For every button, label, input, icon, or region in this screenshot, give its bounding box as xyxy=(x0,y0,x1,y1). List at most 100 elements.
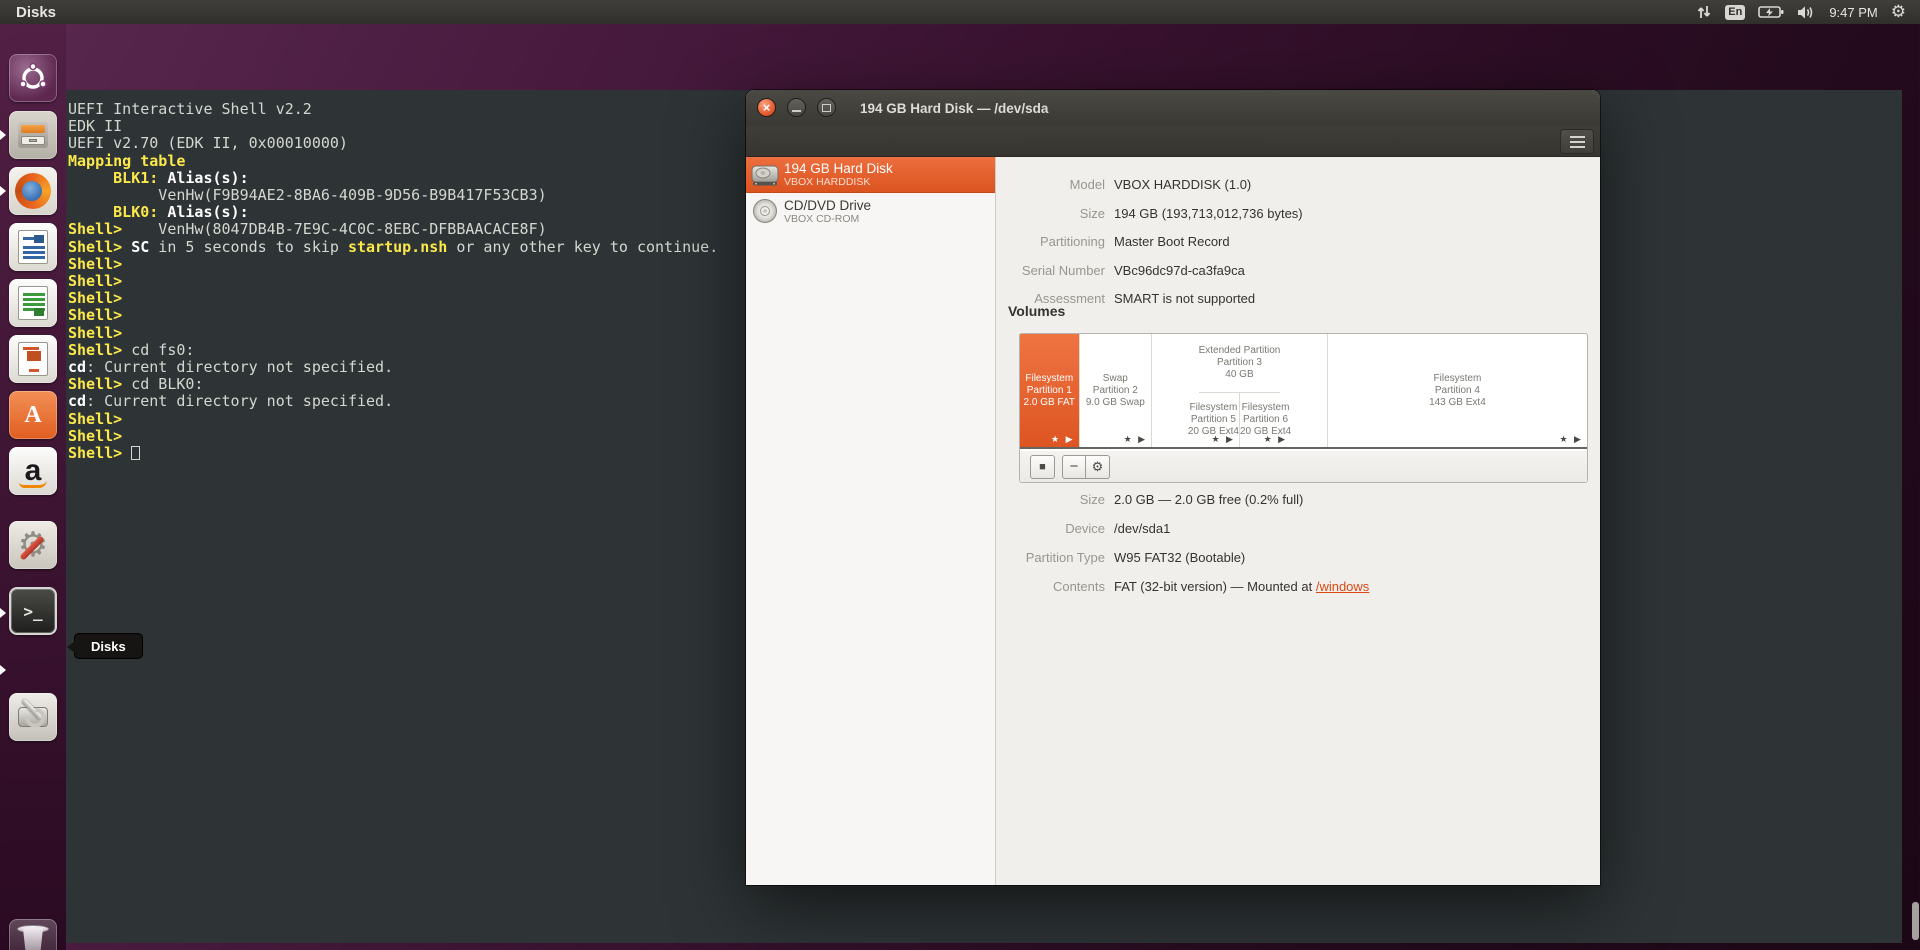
terminal-cursor xyxy=(131,446,140,460)
terminal-scrollbar-thumb[interactable] xyxy=(1912,902,1919,940)
amazon-swoosh xyxy=(19,480,47,488)
volume-actions-toolbar: ■ − ⚙ xyxy=(1020,451,1587,482)
cd-rom-icon xyxy=(750,198,780,224)
info-value: /dev/sda1 xyxy=(1114,521,1170,536)
top-panel: Disks En 9:47 PM ⚙ xyxy=(0,0,1920,24)
info-value: W95 FAT32 (Bootable) xyxy=(1114,550,1245,565)
terminal-prompt-icon: >_ xyxy=(23,602,42,621)
window-toolbar xyxy=(746,126,1600,157)
info-label: Device xyxy=(996,521,1105,536)
battery-charging-icon[interactable] xyxy=(1758,5,1784,19)
launcher-item-disks[interactable] xyxy=(9,693,57,741)
system-tray: En 9:47 PM ⚙ xyxy=(1696,0,1920,24)
close-button[interactable]: × xyxy=(757,98,776,117)
info-row: ContentsFAT (32-bit version) — Mounted a… xyxy=(996,579,1369,594)
writer-document-icon xyxy=(18,230,48,264)
info-row: Model VBOX HARDDISK (1.0) xyxy=(996,177,1251,192)
partition-label: FilesystemPartition 520 GB Ext4 xyxy=(1188,402,1239,438)
disks-window: × 194 GB Hard Disk — /dev/sda 194 GB Har… xyxy=(746,90,1600,885)
launcher-item-firefox[interactable] xyxy=(9,167,57,215)
partition-label: FilesystemPartition 12.0 GB FAT xyxy=(1024,373,1076,409)
launcher-item-amazon[interactable]: a xyxy=(9,447,57,495)
delete-partition-button[interactable]: − xyxy=(1062,455,1086,479)
maximize-button[interactable] xyxy=(817,98,836,117)
device-subtitle: VBOX CD-ROM xyxy=(784,213,871,225)
impress-presentation-icon xyxy=(18,342,48,376)
partition-label: Extended PartitionPartition 340 GB xyxy=(1199,345,1281,381)
info-value: 194 GB (193,713,012,736 bytes) xyxy=(1114,206,1303,221)
info-label: Serial Number xyxy=(996,263,1105,278)
device-title: CD/DVD Drive xyxy=(784,198,871,213)
mount-point-link[interactable]: /windows xyxy=(1316,579,1369,594)
partition-4[interactable]: FilesystemPartition 4143 GB Ext4★ ▶ xyxy=(1328,334,1587,447)
launcher-item-ubuntu-software[interactable]: A xyxy=(9,391,57,439)
info-value: 2.0 GB — 2.0 GB free (0.2% full) xyxy=(1114,492,1303,507)
partition-flags-icons: ★ ▶ xyxy=(1211,434,1235,445)
menu-hamburger-button[interactable] xyxy=(1560,129,1594,154)
firefox-icon xyxy=(15,173,51,209)
info-label: Model xyxy=(996,177,1105,192)
minimize-button[interactable] xyxy=(787,98,806,117)
partition-6[interactable]: FilesystemPartition 620 GB Ext4★ ▶ xyxy=(1240,393,1291,447)
launcher-item-dash[interactable] xyxy=(9,54,57,102)
running-pip-firefox xyxy=(0,186,6,196)
partition-label: SwapPartition 29.0 GB Swap xyxy=(1086,373,1145,409)
partition-label: FilesystemPartition 620 GB Ext4 xyxy=(1240,402,1291,438)
unmount-button[interactable]: ■ xyxy=(1030,455,1055,479)
device-subtitle: VBOX HARDDISK xyxy=(784,176,893,188)
info-label: Contents xyxy=(996,579,1105,594)
session-gear-icon[interactable]: ⚙ xyxy=(1891,0,1906,24)
info-value: VBOX HARDDISK (1.0) xyxy=(1114,177,1251,192)
partition-map: FilesystemPartition 12.0 GB FAT★ ▶SwapPa… xyxy=(1020,334,1587,449)
extended-partition-header[interactable]: Extended PartitionPartition 340 GB xyxy=(1199,334,1281,393)
launcher-item-libreoffice-calc[interactable] xyxy=(9,279,57,327)
info-row: Size 2.0 GB — 2.0 GB free (0.2% full) xyxy=(996,492,1303,507)
launcher-item-trash[interactable] xyxy=(9,919,57,950)
info-label: Size xyxy=(996,492,1105,507)
partition-flags-icons: ★ ▶ xyxy=(1124,434,1148,445)
info-row: Size 194 GB (193,713,012,736 bytes) xyxy=(996,206,1303,221)
partition-1[interactable]: FilesystemPartition 12.0 GB FAT ★ ▶ xyxy=(1020,334,1080,447)
partition-flags-icons: ★ ▶ xyxy=(1264,434,1288,445)
info-row: Serial Number VBc96dc97d-ca3fa9ca xyxy=(996,263,1245,278)
device-list-item[interactable]: 194 GB Hard DiskVBOX HARDDISK xyxy=(746,157,995,193)
ubuntu-logo-icon xyxy=(16,61,50,95)
running-pip-disks xyxy=(0,665,6,675)
launcher-item-files[interactable] xyxy=(9,111,57,159)
info-row: Partition TypeW95 FAT32 (Bootable) xyxy=(996,550,1245,565)
trash-icon xyxy=(21,928,45,950)
drive-detail-pane: Model VBOX HARDDISK (1.0) Size 194 GB (193,… xyxy=(996,157,1600,885)
file-cabinet-icon xyxy=(18,122,48,148)
device-list-sidebar: 194 GB Hard DiskVBOX HARDDISKCD/DVD Driv… xyxy=(746,157,996,885)
clock[interactable]: 9:47 PM xyxy=(1829,5,1877,20)
info-value: Master Boot Record xyxy=(1114,234,1230,249)
partition-5[interactable]: FilesystemPartition 520 GB Ext4★ ▶ xyxy=(1188,393,1240,447)
launcher-item-libreoffice-impress[interactable] xyxy=(9,335,57,383)
partition-settings-button[interactable]: ⚙ xyxy=(1086,455,1110,479)
launcher-item-terminal[interactable]: >_ xyxy=(9,587,57,635)
device-list-item[interactable]: CD/DVD DriveVBOX CD-ROM xyxy=(746,193,995,229)
window-title: 194 GB Hard Disk — /dev/sda xyxy=(860,90,1048,126)
extended-partition-3[interactable]: Extended PartitionPartition 340 GB Filesy… xyxy=(1152,334,1328,447)
unity-launcher: A a ⚙ >_ xyxy=(0,24,66,950)
info-row: Device/dev/sda1 xyxy=(996,521,1170,536)
volume-icon[interactable] xyxy=(1797,5,1816,20)
desktop: { "panel": { "app_name": "Disks", "tray"… xyxy=(0,0,1920,950)
keyboard-layout-indicator[interactable]: En xyxy=(1725,5,1745,20)
partition-flags-icons: ★ ▶ xyxy=(1051,434,1075,445)
partition-2[interactable]: SwapPartition 29.0 GB Swap ★ ▶ xyxy=(1080,334,1153,447)
info-value: SMART is not supported xyxy=(1114,291,1255,306)
volumes-heading: Volumes xyxy=(1008,303,1065,319)
info-label: Size xyxy=(996,206,1105,221)
running-pip-terminal xyxy=(0,608,6,618)
launcher-tooltip: Disks xyxy=(74,633,143,659)
network-updown-icon[interactable] xyxy=(1696,4,1712,20)
launcher-item-system-settings[interactable]: ⚙ xyxy=(9,521,57,569)
window-body: 194 GB Hard DiskVBOX HARDDISKCD/DVD Driv… xyxy=(746,157,1600,885)
info-value: VBc96dc97d-ca3fa9ca xyxy=(1114,263,1245,278)
info-row: PartitioningMaster Boot Record xyxy=(996,234,1230,249)
software-center-icon: A xyxy=(24,402,41,429)
window-titlebar[interactable]: × 194 GB Hard Disk — /dev/sda xyxy=(746,90,1600,126)
partition-flags-icons: ★ ▶ xyxy=(1559,434,1583,445)
launcher-item-libreoffice-writer[interactable] xyxy=(9,223,57,271)
